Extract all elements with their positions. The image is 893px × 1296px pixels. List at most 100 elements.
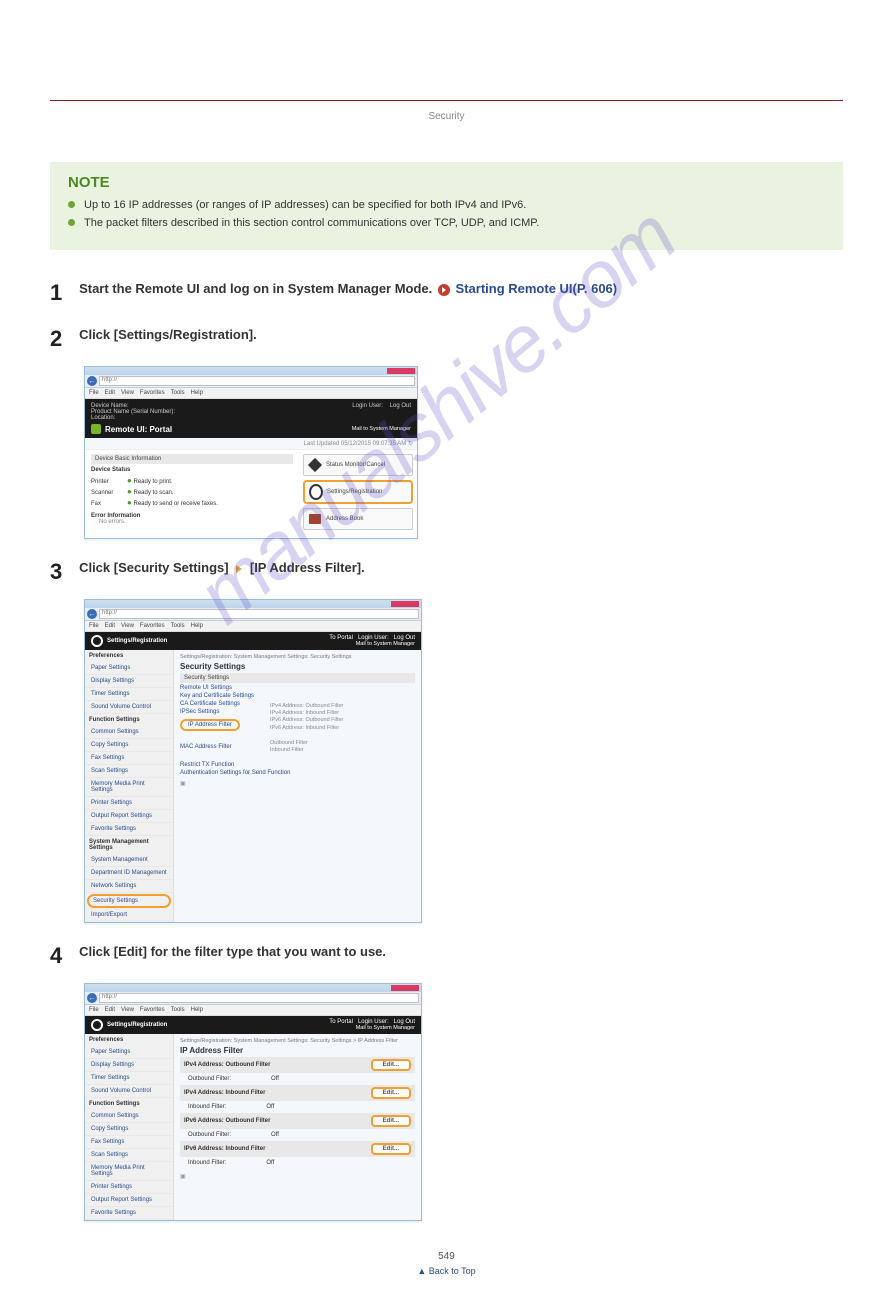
refresh-icon[interactable]: ↻ (408, 441, 413, 447)
url-bar[interactable]: http:// (99, 993, 419, 1003)
sidebar-item[interactable]: Sound Volume Control (85, 701, 173, 714)
link-remote-ui[interactable]: Remote UI Settings (180, 685, 415, 691)
logout-link[interactable]: Log Out (390, 403, 411, 409)
browser-menu[interactable]: File Edit View Favorites Tools Help (85, 1005, 421, 1016)
last-updated: Last Updated 05/12/2015 09:07:35 AM (304, 441, 407, 447)
menu-favorites[interactable]: Favorites (140, 1007, 165, 1013)
edit-button[interactable]: Edit... (371, 1115, 411, 1127)
step-1-link[interactable]: Starting Remote UI(P. 606) (456, 281, 618, 296)
sublist-item: Inbound Filter (270, 747, 415, 754)
mail-link[interactable]: Mail to System Manager (329, 641, 415, 647)
url-bar[interactable]: http:// (99, 376, 415, 386)
menu-favorites[interactable]: Favorites (140, 623, 165, 629)
menu-help[interactable]: Help (191, 390, 203, 396)
menu-tools[interactable]: Tools (171, 390, 185, 396)
sidebar-item[interactable]: Network Settings (85, 880, 173, 893)
menu-tools[interactable]: Tools (171, 623, 185, 629)
back-icon[interactable]: ← (87, 376, 97, 386)
edit-button[interactable]: Edit... (371, 1143, 411, 1155)
back-icon[interactable]: ← (87, 993, 97, 1003)
sidebar-item[interactable]: Output Report Settings (85, 810, 173, 823)
sidebar-item[interactable]: Scan Settings (85, 1149, 173, 1162)
page-title: IP Address Filter (180, 1046, 415, 1055)
back-icon[interactable]: ← (87, 609, 97, 619)
window-close[interactable] (391, 601, 419, 607)
back-to-top-link[interactable]: ▲ Back to Top (50, 1266, 843, 1276)
sidebar-item[interactable]: Paper Settings (85, 1046, 173, 1059)
edit-button[interactable]: Edit... (371, 1087, 411, 1099)
sidebar-item[interactable]: Fax Settings (85, 752, 173, 765)
url-bar[interactable]: http:// (99, 609, 419, 619)
to-portal-link[interactable]: To Portal (329, 1019, 353, 1025)
browser-menu[interactable]: File Edit View Favorites Tools Help (85, 388, 417, 399)
sidebar-item[interactable]: Display Settings (85, 675, 173, 688)
filter-label: Inbound Filter: (188, 1160, 226, 1166)
menu-file[interactable]: File (89, 623, 99, 629)
menu-view[interactable]: View (121, 1007, 134, 1013)
sidebar-item[interactable]: Import/Export (85, 909, 173, 922)
browser-menu[interactable]: File Edit View Favorites Tools Help (85, 621, 421, 632)
edit-button[interactable]: Edit... (371, 1059, 411, 1071)
link-auth-send[interactable]: Authentication Settings for Send Functio… (180, 770, 415, 776)
sidebar-item[interactable]: Favorite Settings (85, 823, 173, 836)
settings-registration-button[interactable]: Settings/Registration (303, 480, 413, 504)
sublist-item: IPv6 Address: Inbound Filter (270, 725, 415, 732)
sidebar-item[interactable]: Favorite Settings (85, 1207, 173, 1220)
menu-view[interactable]: View (121, 623, 134, 629)
sidebar-head-preferences: Preferences (85, 1034, 173, 1046)
mail-link[interactable]: Mail to System Manager (329, 1025, 415, 1031)
step-4-title: Click [Edit] for the filter type that yo… (79, 944, 386, 959)
expand-icon[interactable]: ▣ (180, 1173, 415, 1180)
sidebar-item[interactable]: Timer Settings (85, 1072, 173, 1085)
menu-file[interactable]: File (89, 1007, 99, 1013)
sidebar-item[interactable]: Printer Settings (85, 1181, 173, 1194)
status-monitor-button[interactable]: Status Monitor/Cancel (303, 454, 413, 476)
sidebar-item[interactable]: Common Settings (85, 1110, 173, 1123)
sidebar-item[interactable]: Copy Settings (85, 1123, 173, 1136)
link-restrict-tx[interactable]: Restrict TX Function (180, 762, 415, 768)
sidebar-item[interactable]: Scan Settings (85, 765, 173, 778)
page-title: Security Settings (180, 662, 415, 671)
menu-help[interactable]: Help (191, 623, 203, 629)
gear-icon (91, 635, 103, 647)
sidebar-item[interactable]: Printer Settings (85, 797, 173, 810)
sidebar-item[interactable]: Output Report Settings (85, 1194, 173, 1207)
sidebar-item[interactable]: Department ID Management (85, 867, 173, 880)
mail-link[interactable]: Mail to System Manager (352, 426, 411, 432)
menu-tools[interactable]: Tools (171, 1007, 185, 1013)
sidebar-item[interactable]: Memory Media Print Settings (85, 778, 173, 797)
menu-edit[interactable]: Edit (105, 390, 115, 396)
step-number: 3 (50, 559, 76, 585)
sidebar-item[interactable]: Copy Settings (85, 739, 173, 752)
sidebar-item[interactable]: Fax Settings (85, 1136, 173, 1149)
filter-label: Outbound Filter: (188, 1132, 231, 1138)
device-status-head: Device Status (91, 467, 293, 473)
app-title: Settings/Registration (107, 638, 167, 644)
expand-icon[interactable]: ▣ (180, 780, 415, 787)
link-key-cert[interactable]: Key and Certificate Settings (180, 693, 415, 699)
step-2-title: Click [Settings/Registration]. (79, 327, 257, 342)
sidebar-item[interactable]: Memory Media Print Settings (85, 1162, 173, 1181)
sidebar-item[interactable]: Sound Volume Control (85, 1085, 173, 1098)
sidebar-item[interactable]: Common Settings (85, 726, 173, 739)
menu-help[interactable]: Help (191, 1007, 203, 1013)
menu-edit[interactable]: Edit (105, 1007, 115, 1013)
ip-address-filter-link[interactable]: IP Address Filter (180, 719, 240, 731)
to-portal-link[interactable]: To Portal (329, 635, 353, 641)
menu-edit[interactable]: Edit (105, 623, 115, 629)
menu-file[interactable]: File (89, 390, 99, 396)
menu-view[interactable]: View (121, 390, 134, 396)
filter-head: IPv4 Address: Inbound Filter (184, 1090, 265, 1096)
screenshot-portal: ← http:// File Edit View Favorites Tools… (84, 366, 418, 539)
window-close[interactable] (391, 985, 419, 991)
menu-favorites[interactable]: Favorites (140, 390, 165, 396)
window-close[interactable] (387, 368, 415, 374)
sidebar-item[interactable]: Display Settings (85, 1059, 173, 1072)
address-book-button[interactable]: Address Book (303, 508, 413, 530)
sidebar-item-security[interactable]: Security Settings (87, 894, 171, 908)
diamond-icon (308, 458, 322, 472)
address-book-label: Address Book (326, 516, 363, 522)
sidebar-item[interactable]: Paper Settings (85, 662, 173, 675)
sidebar-item[interactable]: System Management (85, 854, 173, 867)
sidebar-item[interactable]: Timer Settings (85, 688, 173, 701)
